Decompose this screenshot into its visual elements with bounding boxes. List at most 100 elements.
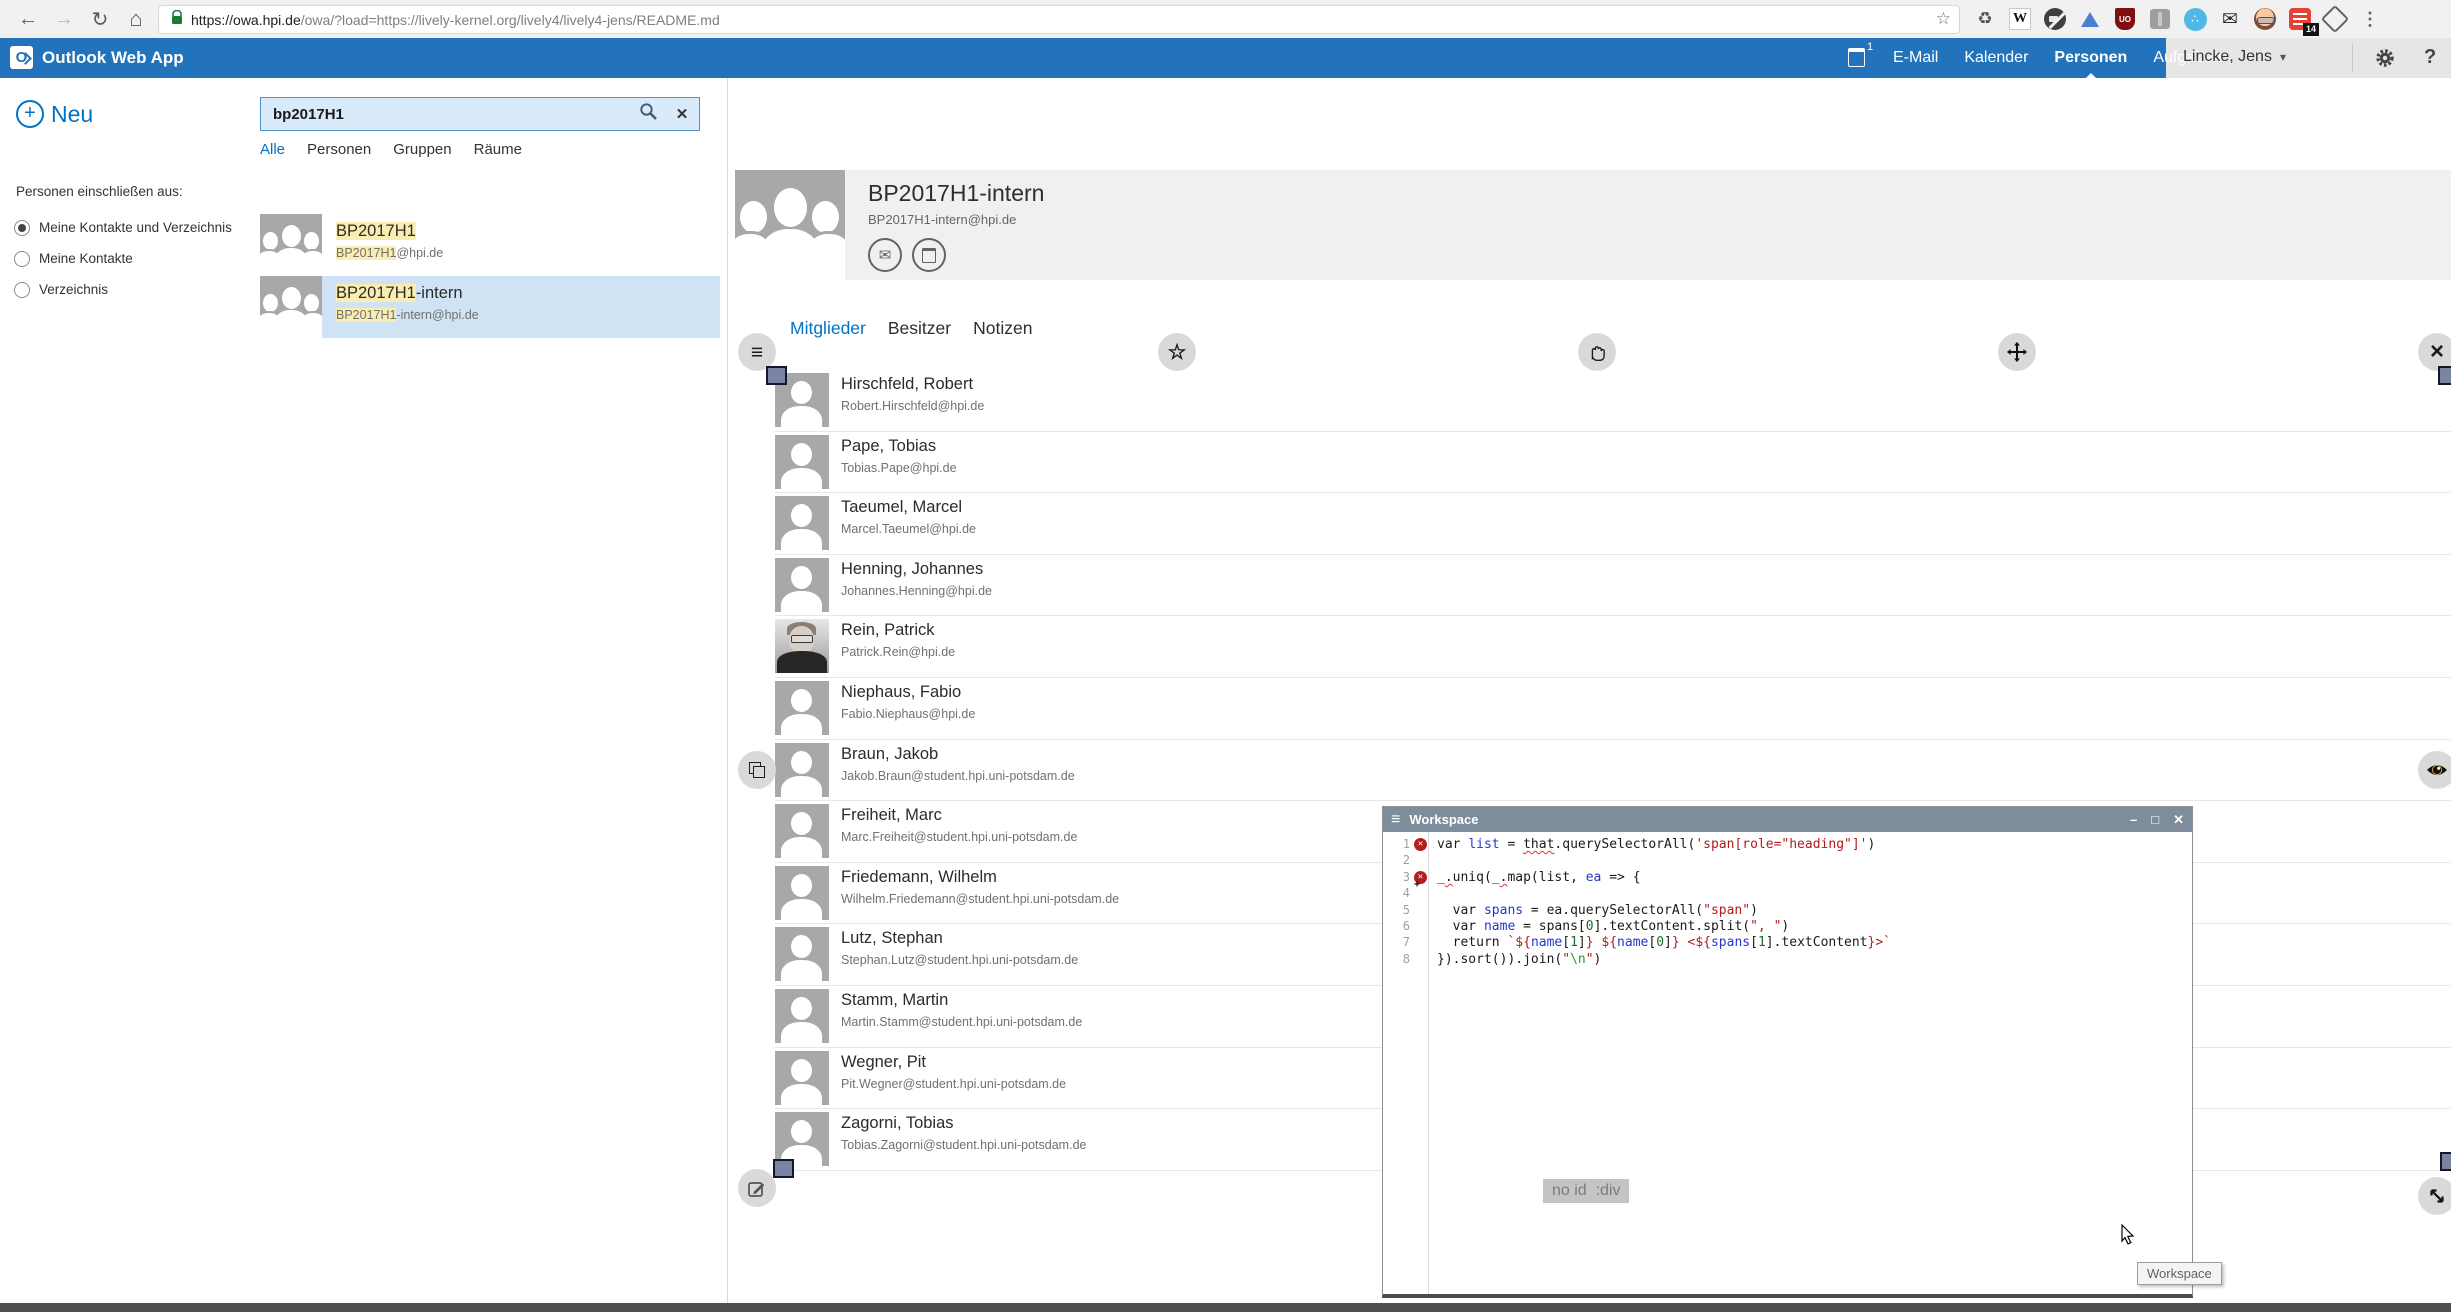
new-contact-button[interactable]: + Neu	[16, 100, 93, 128]
member-row[interactable]: Henning, JohannesJohannes.Henning@hpi.de	[775, 555, 2451, 617]
member-row[interactable]: Braun, JakobJakob.Braun@student.hpi.uni-…	[775, 740, 2451, 802]
member-row[interactable]: Hirschfeld, RobertRobert.Hirschfeld@hpi.…	[775, 370, 2451, 432]
line-number: 1✕	[1383, 837, 1428, 853]
workspace-menu-icon[interactable]: ≡	[1391, 811, 1400, 829]
person-avatar-icon	[775, 558, 829, 612]
tab-mitglieder[interactable]: Mitglieder	[790, 318, 866, 339]
tab-besitzer[interactable]: Besitzer	[888, 318, 951, 339]
member-row[interactable]: Rein, PatrickPatrick.Rein@hpi.de	[775, 616, 2451, 678]
avatar-extension-icon[interactable]	[2252, 6, 2278, 32]
ublock-extension-icon[interactable]: UO	[2112, 6, 2138, 32]
schedule-meeting-button[interactable]	[912, 238, 946, 272]
envelope-icon: ✉	[879, 246, 892, 264]
inbox-extension-icon[interactable]: ✉	[2217, 6, 2243, 32]
bottom-scrollbar[interactable]	[0, 1303, 2451, 1312]
search-icon[interactable]	[639, 102, 663, 126]
search-input[interactable]	[261, 106, 639, 123]
browser-toolbar: ← → ↻ ⌂ https://owa.hpi.de/owa/?load=htt…	[0, 0, 2451, 39]
halo-inspect-button[interactable]	[2418, 751, 2451, 789]
filter-tab-räume[interactable]: Räume	[474, 141, 522, 158]
workspace-close-button[interactable]: ✕	[2173, 812, 2184, 828]
radio-option[interactable]: Verzeichnis	[14, 274, 232, 305]
video-blocker-extension-icon[interactable]	[2042, 6, 2068, 32]
group-detail-tabs: Mitglieder Besitzer Notizen	[790, 318, 1032, 339]
radio-option[interactable]: Meine Kontakte	[14, 243, 232, 274]
radio-circle-icon	[14, 220, 30, 236]
member-email: Stephan.Lutz@student.hpi.uni-potsdam.de	[841, 953, 1078, 967]
url-text: https://owa.hpi.de/owa/?load=https://liv…	[191, 12, 720, 28]
recycle-extension-icon[interactable]: ♻	[1972, 6, 1998, 32]
filter-tab-alle[interactable]: Alle	[260, 141, 285, 158]
reminder-indicator[interactable]: 1	[1848, 46, 1873, 67]
address-bar[interactable]: https://owa.hpi.de/owa/?load=https://liv…	[158, 5, 1960, 34]
code-line: }).sort()).join("\n")	[1437, 952, 2192, 968]
tab-notizen[interactable]: Notizen	[973, 318, 1032, 339]
filter-tab-personen[interactable]: Personen	[307, 141, 371, 158]
gray-extension-icon[interactable]	[2147, 6, 2173, 32]
workspace-editor[interactable]: 1✕23✕+45678 var list = that.querySelecto…	[1383, 832, 2192, 1294]
workspace-maximize-button[interactable]: □	[2151, 812, 2159, 827]
workspace-minimize-button[interactable]: –	[2130, 812, 2137, 827]
send-mail-button[interactable]: ✉	[868, 238, 902, 272]
selection-handle-bottomright[interactable]	[2440, 1152, 2451, 1171]
radio-circle-icon	[14, 251, 30, 267]
clear-search-icon[interactable]: ✕	[669, 105, 695, 123]
halo-copy-button[interactable]	[738, 751, 776, 789]
selection-handle-topleft[interactable]	[766, 366, 787, 385]
person-avatar-icon	[775, 496, 829, 550]
group-avatar-icon	[260, 214, 322, 276]
code-line	[1437, 853, 2192, 869]
user-menu[interactable]: Lincke, Jens▾	[2183, 48, 2286, 66]
browser-menu-icon[interactable]: ⋮	[2357, 6, 2383, 32]
halo-move-button[interactable]	[1998, 333, 2036, 371]
move-icon	[2006, 341, 2028, 363]
help-button[interactable]: ?	[2424, 46, 2436, 69]
browser-back-button[interactable]: ←	[14, 5, 42, 33]
eye-icon	[2426, 759, 2448, 781]
code-lines[interactable]: var list = that.querySelectorAll('span[r…	[1429, 832, 2192, 1294]
mouse-cursor	[2118, 1224, 2138, 1251]
todoist-extension-icon[interactable]: 14	[2287, 6, 2313, 32]
header-divider	[2352, 44, 2353, 72]
member-row[interactable]: Taeumel, MarcelMarcel.Taeumel@hpi.de	[775, 493, 2451, 555]
line-number: 4	[1383, 886, 1428, 902]
search-filter-tabs: Alle Personen Gruppen Räume	[260, 141, 522, 158]
drive-extension-icon[interactable]	[2077, 6, 2103, 32]
line-number: 8	[1383, 952, 1428, 968]
nav-item-personen[interactable]: Personen	[2054, 49, 2127, 67]
member-name: Stamm, Martin	[841, 991, 948, 1010]
halo-grab-button[interactable]	[1578, 333, 1616, 371]
search-result-row[interactable]: BP2017H1BP2017H1@hpi.de	[260, 214, 720, 276]
member-name: Lutz, Stephan	[841, 929, 943, 948]
halo-star-button[interactable]: ☆	[1158, 333, 1196, 371]
extension-tray: ♻ W UO ∴ ✉ 14 ⋮	[1972, 3, 2383, 35]
radio-option[interactable]: Meine Kontakte und Verzeichnis	[14, 212, 232, 243]
share-extension-icon[interactable]: ∴	[2182, 6, 2208, 32]
nav-item-e-mail[interactable]: E-Mail	[1893, 49, 1938, 67]
halo-edit-button[interactable]	[738, 1169, 776, 1207]
wikipedia-extension-icon[interactable]: W	[2007, 6, 2033, 32]
settings-gear-icon[interactable]	[2374, 47, 2396, 69]
group-avatar-icon	[260, 276, 322, 338]
bookmark-star-icon[interactable]: ☆	[1936, 9, 1951, 29]
member-photo	[775, 619, 829, 673]
search-result-row[interactable]: BP2017H1-internBP2017H1-intern@hpi.de	[260, 276, 720, 338]
workspace-titlebar[interactable]: ≡ Workspace – □ ✕	[1383, 807, 2192, 832]
member-row[interactable]: Niephaus, FabioFabio.Niephaus@hpi.de	[775, 678, 2451, 740]
sparkle-extension-icon[interactable]	[2322, 6, 2348, 32]
user-caret-icon: ▾	[2280, 50, 2286, 64]
browser-forward-button[interactable]: →	[50, 5, 78, 33]
nav-item-kalender[interactable]: Kalender	[1964, 49, 2028, 67]
people-search-box[interactable]: ✕	[260, 97, 700, 131]
browser-home-button[interactable]: ⌂	[122, 5, 150, 33]
close-icon: ×	[2430, 340, 2444, 364]
member-email: Robert.Hirschfeld@hpi.de	[841, 399, 984, 413]
selection-handle-topright[interactable]	[2438, 366, 2451, 385]
star-icon: ☆	[1168, 342, 1187, 363]
code-line: var spans = ea.querySelectorAll("span")	[1437, 903, 2192, 919]
browser-reload-button[interactable]: ↻	[86, 5, 114, 33]
member-row[interactable]: Pape, TobiasTobias.Pape@hpi.de	[775, 432, 2451, 494]
selection-handle-bottomleft[interactable]	[773, 1159, 794, 1178]
halo-resize-button[interactable]	[2418, 1177, 2451, 1215]
filter-tab-gruppen[interactable]: Gruppen	[393, 141, 451, 158]
